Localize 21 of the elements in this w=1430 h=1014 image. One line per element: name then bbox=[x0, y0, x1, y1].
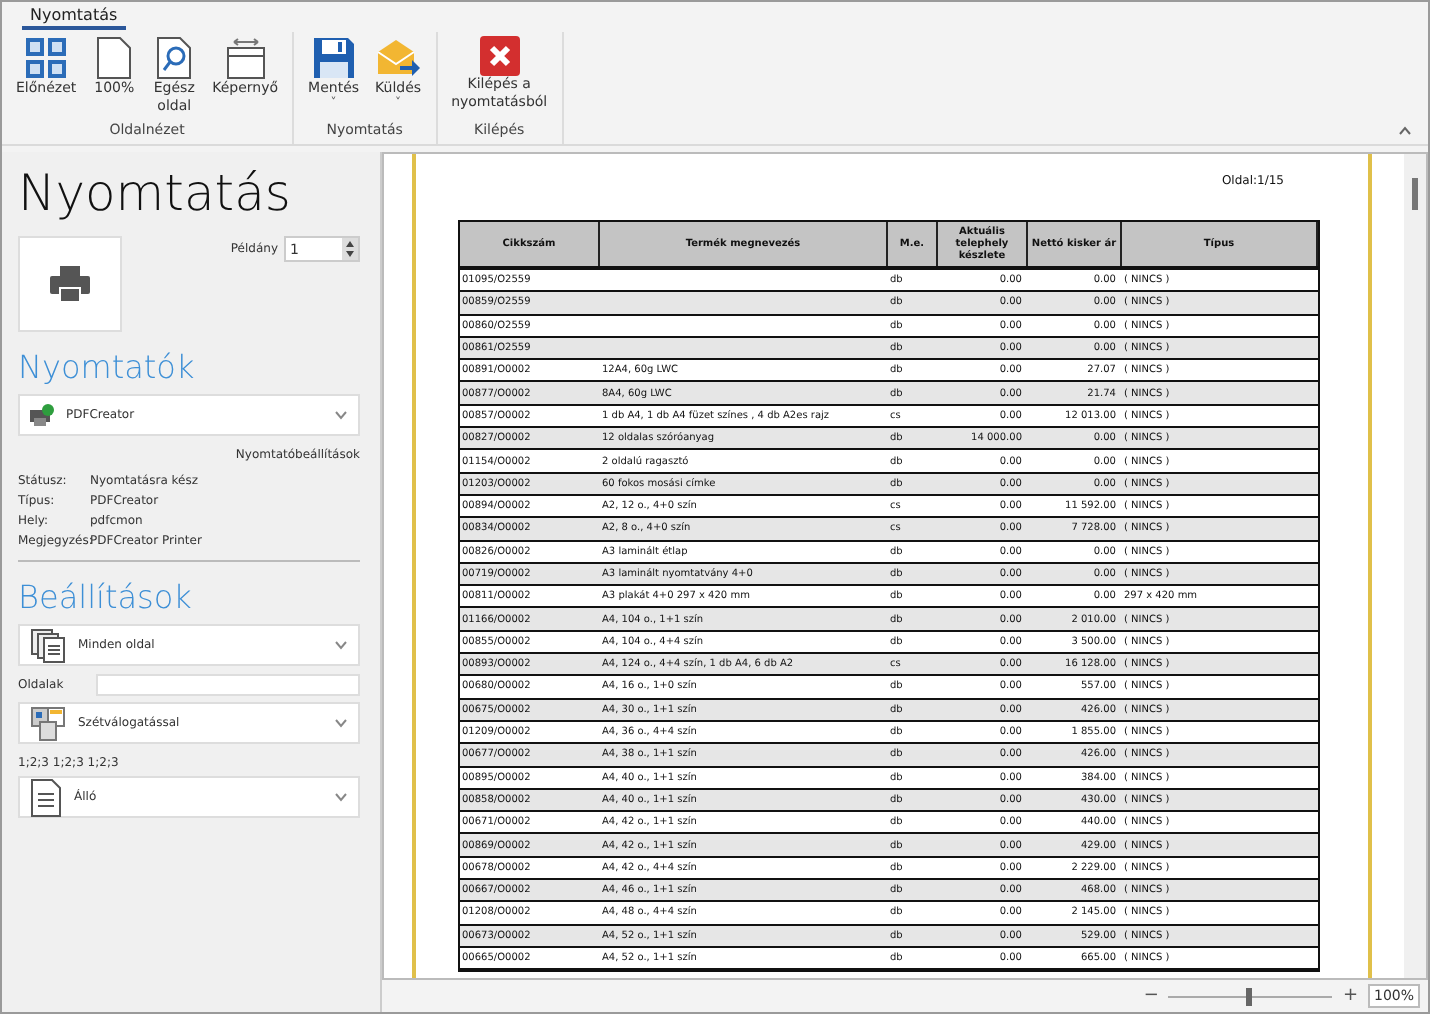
chevron-icon bbox=[334, 410, 348, 420]
zoom-out-button[interactable]: − bbox=[1143, 986, 1159, 1006]
print-button[interactable] bbox=[18, 236, 122, 332]
pages-icon bbox=[30, 627, 66, 663]
scrollbar[interactable] bbox=[1404, 154, 1426, 978]
spinner-arrows-icon[interactable] bbox=[342, 238, 358, 260]
section-heading: Beállítások bbox=[18, 578, 194, 618]
panel-title: Nyomtatás bbox=[18, 164, 293, 224]
zoom-in-button[interactable]: + bbox=[1342, 986, 1358, 1006]
collapse-icon[interactable] bbox=[1398, 124, 1412, 140]
chevron-icon bbox=[334, 792, 348, 802]
document-icon bbox=[30, 777, 62, 817]
printer-icon bbox=[50, 266, 90, 302]
collate-icon bbox=[30, 705, 66, 741]
grid-icon bbox=[24, 36, 69, 80]
section-heading: Nyomtatók bbox=[18, 348, 197, 388]
printer-icon bbox=[30, 404, 54, 426]
zoom-slider-thumb[interactable] bbox=[1245, 987, 1252, 1005]
chevron-icon bbox=[334, 640, 348, 650]
chevron-icon bbox=[334, 718, 348, 728]
pages-field[interactable] bbox=[95, 674, 360, 696]
